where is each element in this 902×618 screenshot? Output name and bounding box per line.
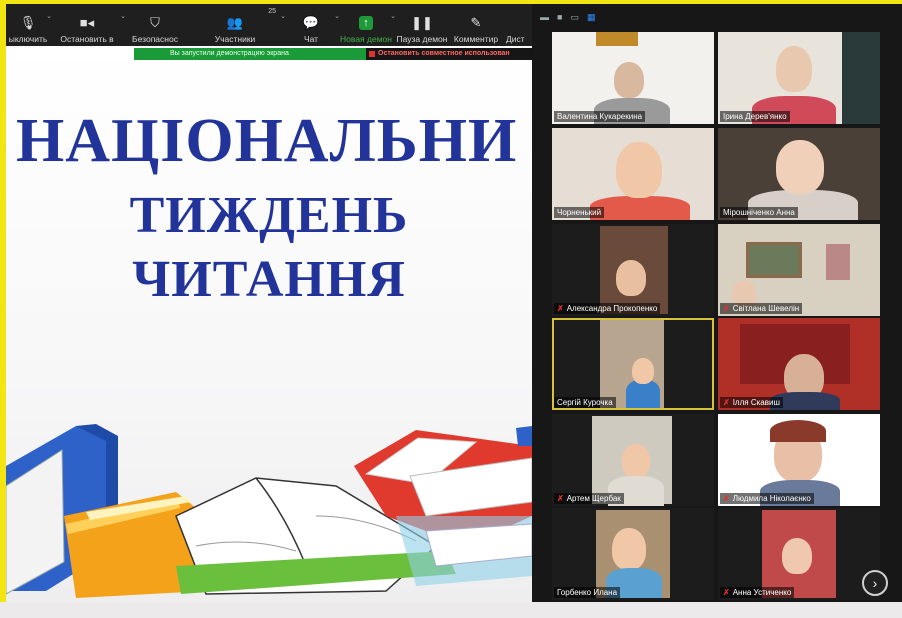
participant-name: ✗ Артем Щербак bbox=[554, 493, 624, 504]
participants-button[interactable]: 👥 25 ⌄ Участники bbox=[186, 4, 286, 44]
sharing-status: Вы запустили демонстрацию экрана bbox=[134, 48, 366, 60]
participant-tile[interactable]: Валентина Кукарекина bbox=[552, 32, 714, 124]
books-illustration bbox=[6, 424, 532, 598]
muted-mic-icon: ✗ bbox=[557, 494, 564, 503]
participant-name: ✗ Александра Прокопенко bbox=[554, 303, 661, 314]
participant-tile[interactable]: ✗ Світлана Шевелін bbox=[718, 224, 880, 316]
gallery-view-icon[interactable]: ▦ bbox=[587, 12, 596, 23]
pause-share-button[interactable]: ❚❚ Пауза демон bbox=[394, 4, 450, 45]
hide-video-icon[interactable]: ■ bbox=[557, 12, 562, 22]
participant-tile[interactable]: ✗ Ілля Скавиш bbox=[718, 318, 880, 410]
video-camera-icon: ■◂ bbox=[79, 15, 95, 30]
participant-tile[interactable]: Ірина Дерев'янко bbox=[718, 32, 880, 124]
remote-control-icon bbox=[506, 16, 510, 30]
speaker-view-icon[interactable]: ▭ bbox=[570, 12, 579, 23]
screen-share-banner: Вы запустили демонстрацию экрана Останов… bbox=[134, 48, 532, 60]
stop-video-button[interactable]: ■◂ ⌄ Остановить в bbox=[50, 4, 126, 44]
pause-icon: ❚❚ bbox=[411, 15, 433, 30]
participant-name: ✗ Світлана Шевелін bbox=[720, 303, 803, 314]
participant-name: Сергій Курочка bbox=[554, 397, 616, 408]
stop-share-button[interactable]: Остановить совместное использован bbox=[366, 48, 532, 60]
muted-mic-icon: ✗ bbox=[723, 304, 730, 313]
participants-gallery: ▬ ■ ▭ ▦ Валентина Кукарекина Ірина Дерев… bbox=[532, 4, 902, 602]
muted-mic-icon: ✗ bbox=[723, 494, 730, 503]
participant-name: ✗ Людмила Ніколаєнко bbox=[720, 493, 814, 504]
shield-icon: ⛉ bbox=[150, 15, 160, 30]
share-screen-icon: ↑ bbox=[359, 16, 373, 30]
participant-name: Валентина Кукарекина bbox=[554, 111, 646, 122]
annotate-button[interactable]: ✎ Комментир bbox=[450, 4, 502, 45]
participant-name: Мірошніченко Анна bbox=[720, 207, 798, 218]
chevron-right-icon: › bbox=[872, 575, 878, 591]
chat-icon: 💬 bbox=[302, 15, 320, 30]
shared-screen-slide: НАЦІОНАЛЬНИ ТИЖДЕНЬ ЧИТАННЯ bbox=[6, 46, 532, 602]
participant-name: ✗ Анна Устиченко bbox=[720, 587, 795, 598]
participant-tile[interactable]: Мірошніченко Анна bbox=[718, 128, 880, 220]
next-page-button[interactable]: › bbox=[862, 570, 888, 596]
participant-name: ✗ Ілля Скавиш bbox=[720, 397, 783, 408]
participant-name: Горбенко Илана bbox=[554, 587, 621, 598]
remote-control-button[interactable]: Дист bbox=[502, 4, 532, 44]
participant-name: Ірина Дерев'янко bbox=[720, 111, 790, 122]
participant-tile[interactable]: Чорненький bbox=[552, 128, 714, 220]
muted-mic-icon: ✗ bbox=[557, 304, 564, 313]
mute-button[interactable]: 🎙 ⌄ ыключить bbox=[6, 4, 52, 44]
microphone-icon: 🎙 bbox=[19, 15, 37, 30]
participant-tile[interactable]: ✗ Людмила Ніколаєнко bbox=[718, 414, 880, 506]
annotate-pencil-icon: ✎ bbox=[470, 15, 482, 30]
new-share-button[interactable]: ↑ ⌄ Новая демон bbox=[338, 4, 396, 44]
minimize-icon[interactable]: ▬ bbox=[540, 12, 549, 22]
participant-tile[interactable]: ✗ Анна Устиченко bbox=[718, 508, 880, 600]
participant-tile[interactable]: Сергій Курочка bbox=[552, 318, 714, 410]
muted-mic-icon: ✗ bbox=[723, 398, 730, 407]
participant-tile[interactable]: Горбенко Илана bbox=[552, 508, 714, 600]
bottom-edge bbox=[0, 602, 902, 618]
security-button[interactable]: ⛉ Безопаснос bbox=[124, 4, 186, 45]
muted-mic-icon: ✗ bbox=[723, 588, 730, 597]
participant-tile[interactable]: ✗ Александра Прокопенко bbox=[552, 224, 714, 316]
chat-button[interactable]: 💬 ⌄ Чат bbox=[284, 4, 340, 44]
participants-icon: 👥 bbox=[226, 15, 244, 30]
meeting-toolbar: 🎙 ⌄ ыключить ■◂ ⌄ Остановить в ⛉ Безопасно… bbox=[6, 4, 532, 46]
participant-tile[interactable]: ✗ Артем Щербак bbox=[552, 414, 714, 506]
gallery-header: ▬ ■ ▭ ▦ bbox=[532, 4, 902, 30]
participant-name: Чорненький bbox=[554, 207, 605, 218]
